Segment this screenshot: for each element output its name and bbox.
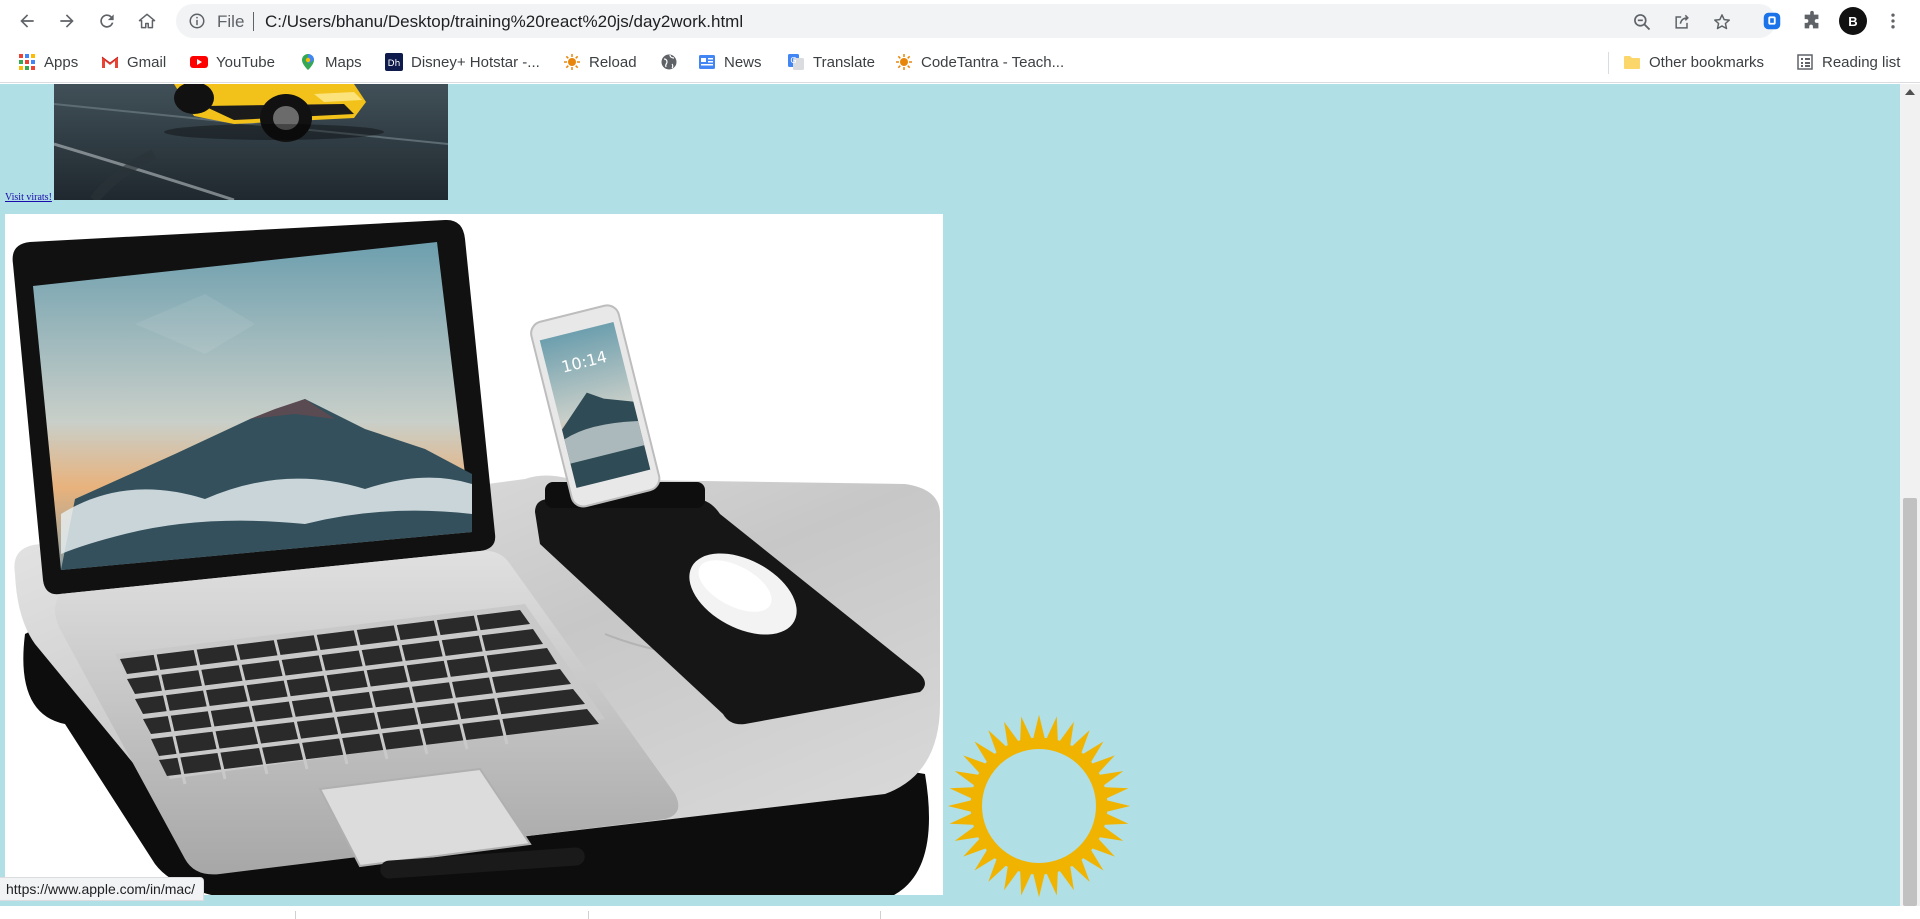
avatar[interactable]: B bbox=[1839, 7, 1867, 35]
gmail-icon bbox=[101, 53, 119, 71]
bookmark-youtube[interactable]: YouTube bbox=[190, 50, 275, 74]
reading-list[interactable]: Reading list bbox=[1796, 50, 1900, 74]
bookmarks-divider bbox=[1608, 52, 1609, 74]
youtube-icon bbox=[190, 53, 208, 71]
bookmark-label: Reading list bbox=[1822, 53, 1901, 71]
bookmark-label: Translate bbox=[813, 53, 875, 71]
star-icon[interactable] bbox=[1712, 12, 1732, 32]
laptop-image-link[interactable]: 10:14 bbox=[5, 214, 943, 895]
divider bbox=[295, 911, 296, 919]
bookmark-label: Gmail bbox=[127, 53, 167, 71]
bookmark-label: Other bookmarks bbox=[1649, 53, 1765, 71]
page-content: Visit virats! 10:14 bbox=[0, 84, 1900, 906]
reload-icon[interactable] bbox=[95, 9, 119, 33]
more-vert-icon[interactable] bbox=[1881, 9, 1905, 33]
bookmark-gmail[interactable]: Gmail bbox=[101, 50, 166, 74]
sun-favicon-icon bbox=[895, 53, 913, 71]
bookmark-label: YouTube bbox=[216, 53, 275, 71]
scroll-thumb[interactable] bbox=[1903, 498, 1917, 906]
divider bbox=[588, 911, 589, 919]
share-icon[interactable] bbox=[1672, 12, 1692, 32]
bookmark-apps[interactable]: Apps bbox=[18, 50, 78, 74]
bookmark-maps[interactable]: Maps bbox=[299, 50, 362, 74]
info-icon[interactable] bbox=[188, 12, 206, 30]
news-icon bbox=[698, 53, 716, 71]
folder-icon bbox=[1623, 53, 1641, 71]
car-image bbox=[54, 84, 448, 200]
profile-initial: B bbox=[1848, 13, 1858, 29]
apps-grid-icon bbox=[18, 53, 36, 71]
globe-icon bbox=[660, 53, 678, 71]
hotstar-icon: Dh bbox=[385, 53, 403, 71]
svg-text:G: G bbox=[790, 56, 796, 65]
vertical-scrollbar[interactable] bbox=[1900, 84, 1920, 906]
bookmark-label: CodeTantra - Teach... bbox=[921, 53, 1065, 71]
home-icon[interactable] bbox=[135, 9, 159, 33]
bookmark-label: Disney+ Hotstar -... bbox=[411, 53, 540, 71]
bookmark-reload[interactable]: Reload bbox=[563, 50, 637, 74]
bookmark-label: News bbox=[724, 53, 762, 71]
bookmark-translate[interactable]: G Translate bbox=[787, 50, 875, 74]
visit-virats-link[interactable]: Visit virats! bbox=[5, 192, 52, 203]
file-label: File bbox=[217, 12, 245, 31]
scroll-up-arrow-icon[interactable] bbox=[1905, 89, 1915, 95]
bookmark-other[interactable]: Other bookmarks bbox=[1623, 50, 1764, 74]
translate-icon: G bbox=[787, 53, 805, 71]
bottom-strip bbox=[0, 906, 1920, 919]
bookmark-globe[interactable] bbox=[660, 50, 678, 74]
divider bbox=[880, 911, 881, 919]
bookmark-codetantra[interactable]: CodeTantra - Teach... bbox=[895, 50, 1064, 74]
bookmark-label: Maps bbox=[325, 53, 362, 71]
bookmark-label: Reload bbox=[589, 53, 637, 71]
address-url[interactable]: C:/Users/bhanu/Desktop/training%20react%… bbox=[265, 12, 743, 32]
reading-list-icon bbox=[1796, 53, 1814, 71]
bookmark-label: Apps bbox=[44, 53, 79, 71]
forward-arrow-icon[interactable] bbox=[55, 9, 79, 33]
zoom-icon[interactable] bbox=[1632, 12, 1652, 32]
puzzle-icon[interactable] bbox=[1800, 9, 1824, 33]
address-bar[interactable]: File C:/Users/bhanu/Desktop/training%20r… bbox=[176, 4, 1776, 38]
back-arrow-icon[interactable] bbox=[15, 9, 39, 33]
address-separator bbox=[253, 12, 254, 31]
bookmark-news[interactable]: News bbox=[698, 50, 762, 74]
browser-toolbar: File C:/Users/bhanu/Desktop/training%20r… bbox=[0, 0, 1920, 42]
status-url-bubble: https://www.apple.com/in/mac/ bbox=[0, 877, 205, 901]
bookmarks-bar: Apps Gmail YouTube Maps Dh Disney+ Hotst… bbox=[0, 42, 1920, 83]
bookmark-hotstar[interactable]: Dh Disney+ Hotstar -... bbox=[385, 50, 540, 74]
svg-text:Dh: Dh bbox=[388, 59, 401, 69]
sun-favicon-icon bbox=[563, 53, 581, 71]
maps-pin-icon bbox=[299, 53, 317, 71]
sun-image bbox=[947, 714, 1131, 898]
extension-shield-icon[interactable] bbox=[1760, 9, 1784, 33]
